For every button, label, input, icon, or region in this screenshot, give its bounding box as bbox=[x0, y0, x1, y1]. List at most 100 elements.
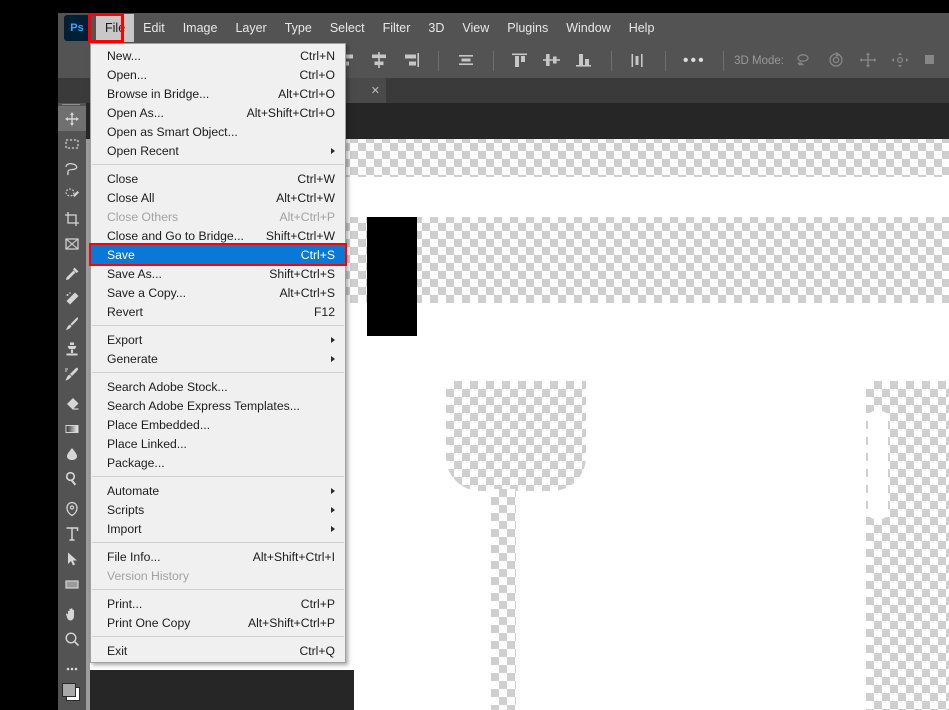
pan-3d-object-icon[interactable] bbox=[858, 51, 880, 71]
menu-item-shortcut: F12 bbox=[313, 304, 335, 319]
menu-item-open-as-smart-object[interactable]: Open as Smart Object... bbox=[91, 122, 345, 141]
menu-bar[interactable]: Ps File Edit Image Layer Type Select Filter 3D V… bbox=[58, 13, 949, 43]
menu-item-shortcut: Alt+Shift+Ctrl+I bbox=[252, 549, 335, 564]
submenu-arrow-icon bbox=[331, 487, 335, 494]
roll-3d-object-icon[interactable] bbox=[826, 51, 848, 71]
menubar-item-help[interactable]: Help bbox=[620, 14, 664, 42]
rectangle-tool[interactable] bbox=[58, 571, 86, 596]
menu-item-label: Search Adobe Stock... bbox=[107, 379, 228, 394]
menubar-item-type[interactable]: Type bbox=[276, 14, 321, 42]
frame-tool[interactable] bbox=[58, 231, 86, 256]
blur-tool[interactable] bbox=[58, 441, 86, 466]
color-swatches[interactable] bbox=[62, 683, 88, 709]
more-options-icon[interactable]: ••• bbox=[677, 52, 712, 68]
menu-item-file-info[interactable]: File Info... Alt+Shift+Ctrl+I bbox=[91, 547, 345, 566]
menu-item-label: Print... bbox=[107, 596, 143, 611]
menu-item-save-as[interactable]: Save As... Shift+Ctrl+S bbox=[91, 264, 345, 283]
menu-item-shortcut: Alt+Ctrl+S bbox=[279, 285, 335, 300]
menu-item-package[interactable]: Package... bbox=[91, 453, 345, 472]
menu-item-shortcut: Ctrl+Q bbox=[299, 643, 335, 658]
dodge-tool[interactable] bbox=[58, 466, 86, 491]
menu-item-shortcut: Alt+Shift+Ctrl+O bbox=[246, 105, 335, 120]
clone-stamp-tool[interactable] bbox=[58, 336, 86, 361]
menu-item-browse-in-bridge[interactable]: Browse in Bridge... Alt+Ctrl+O bbox=[91, 84, 345, 103]
menu-item-shortcut: Shift+Ctrl+W bbox=[265, 228, 335, 243]
menu-item-scripts[interactable]: Scripts bbox=[91, 500, 345, 519]
type-tool[interactable] bbox=[58, 521, 86, 546]
menu-item-close-and-go-to-bridge[interactable]: Close and Go to Bridge... Shift+Ctrl+W bbox=[91, 226, 345, 245]
menu-item-export[interactable]: Export bbox=[91, 330, 345, 349]
menu-item-shortcut: Alt+Ctrl+P bbox=[279, 209, 335, 224]
rotate-3d-object-icon[interactable] bbox=[794, 51, 816, 71]
menu-item-open-recent[interactable]: Open Recent bbox=[91, 141, 345, 160]
menu-item-automate[interactable]: Automate bbox=[91, 481, 345, 500]
brush-tool[interactable] bbox=[58, 311, 86, 336]
menu-item-close[interactable]: Close Ctrl+W bbox=[91, 169, 345, 188]
menubar-item-3d[interactable]: 3D bbox=[419, 14, 453, 42]
gradient-tool[interactable] bbox=[58, 416, 86, 441]
align-horizontal-centers-icon[interactable] bbox=[368, 51, 390, 71]
window-frame-top bbox=[0, 0, 949, 13]
menu-item-label: Save As... bbox=[107, 266, 162, 281]
menu-item-exit[interactable]: Exit Ctrl+Q bbox=[91, 641, 345, 660]
menu-item-save-a-copy[interactable]: Save a Copy... Alt+Ctrl+S bbox=[91, 283, 345, 302]
menu-item-place-linked[interactable]: Place Linked... bbox=[91, 434, 345, 453]
pen-tool[interactable] bbox=[58, 496, 86, 521]
menu-item-open-as[interactable]: Open As... Alt+Shift+Ctrl+O bbox=[91, 103, 345, 122]
rectangular-marquee-tool[interactable] bbox=[58, 131, 86, 156]
menu-item-open[interactable]: Open... Ctrl+O bbox=[91, 65, 345, 84]
zoom-tool[interactable] bbox=[58, 626, 86, 651]
scale-3d-object-icon[interactable] bbox=[922, 51, 944, 71]
menu-item-save[interactable]: Save Ctrl+S bbox=[89, 243, 347, 266]
menu-item-label: Open... bbox=[107, 67, 147, 82]
menu-item-print-one-copy[interactable]: Print One Copy Alt+Shift+Ctrl+P bbox=[91, 613, 345, 632]
eyedropper-tool[interactable] bbox=[58, 261, 86, 286]
menu-item-search-adobe-stock[interactable]: Search Adobe Stock... bbox=[91, 377, 345, 396]
menu-item-shortcut: Alt+Ctrl+O bbox=[278, 86, 335, 101]
menu-item-print[interactable]: Print... Ctrl+P bbox=[91, 594, 345, 613]
menubar-item-plugins[interactable]: Plugins bbox=[498, 14, 557, 42]
edit-toolbar-tool[interactable] bbox=[58, 656, 86, 681]
distribute-vertically-icon[interactable] bbox=[627, 51, 649, 71]
path-selection-tool[interactable] bbox=[58, 546, 86, 571]
align-right-edges-icon[interactable] bbox=[400, 51, 422, 71]
file-dropdown-menu[interactable]: New... Ctrl+N Open... Ctrl+O Browse in Bridg… bbox=[89, 43, 347, 663]
close-icon[interactable]: ✕ bbox=[371, 85, 380, 96]
hand-tool[interactable] bbox=[58, 601, 86, 626]
menubar-item-window[interactable]: Window bbox=[557, 14, 619, 42]
menubar-item-file[interactable]: File bbox=[96, 14, 135, 42]
window-frame-left bbox=[0, 0, 58, 710]
slide-3d-object-icon[interactable] bbox=[890, 51, 912, 71]
menu-item-import[interactable]: Import bbox=[91, 519, 345, 538]
menu-item-search-adobe-express-templates[interactable]: Search Adobe Express Templates... bbox=[91, 396, 345, 415]
menu-item-close-all[interactable]: Close All Alt+Ctrl+W bbox=[91, 188, 345, 207]
eraser-tool[interactable] bbox=[58, 391, 86, 416]
menubar-item-select[interactable]: Select bbox=[321, 14, 374, 42]
menu-item-label: Automate bbox=[107, 483, 160, 498]
menu-item-place-embedded[interactable]: Place Embedded... bbox=[91, 415, 345, 434]
menu-item-shortcut: Ctrl+O bbox=[299, 67, 335, 82]
align-vertical-centers-icon[interactable] bbox=[541, 51, 563, 71]
submenu-arrow-icon bbox=[331, 525, 335, 532]
tools-panel[interactable] bbox=[58, 106, 86, 710]
quick-selection-tool[interactable] bbox=[58, 181, 86, 206]
menu-separator bbox=[92, 589, 344, 590]
menubar-item-image[interactable]: Image bbox=[174, 14, 227, 42]
crop-tool[interactable] bbox=[58, 206, 86, 231]
align-bottom-edges-icon[interactable] bbox=[573, 51, 595, 71]
move-tool[interactable] bbox=[58, 106, 86, 131]
align-top-edges-icon[interactable] bbox=[509, 51, 531, 71]
menu-item-revert[interactable]: Revert F12 bbox=[91, 302, 345, 321]
menubar-item-view[interactable]: View bbox=[453, 14, 498, 42]
menubar-item-filter[interactable]: Filter bbox=[374, 14, 420, 42]
spot-healing-brush-tool[interactable] bbox=[58, 286, 86, 311]
menu-item-new[interactable]: New... Ctrl+N bbox=[91, 46, 345, 65]
menubar-item-layer[interactable]: Layer bbox=[226, 14, 275, 42]
menu-item-label: Open Recent bbox=[107, 143, 179, 158]
history-brush-tool[interactable] bbox=[58, 361, 86, 386]
distribute-horizontally-icon[interactable] bbox=[455, 51, 477, 71]
menu-item-generate[interactable]: Generate bbox=[91, 349, 345, 368]
menubar-item-edit[interactable]: Edit bbox=[134, 14, 174, 42]
lasso-tool[interactable] bbox=[58, 156, 86, 181]
foreground-color-swatch[interactable] bbox=[62, 683, 76, 697]
